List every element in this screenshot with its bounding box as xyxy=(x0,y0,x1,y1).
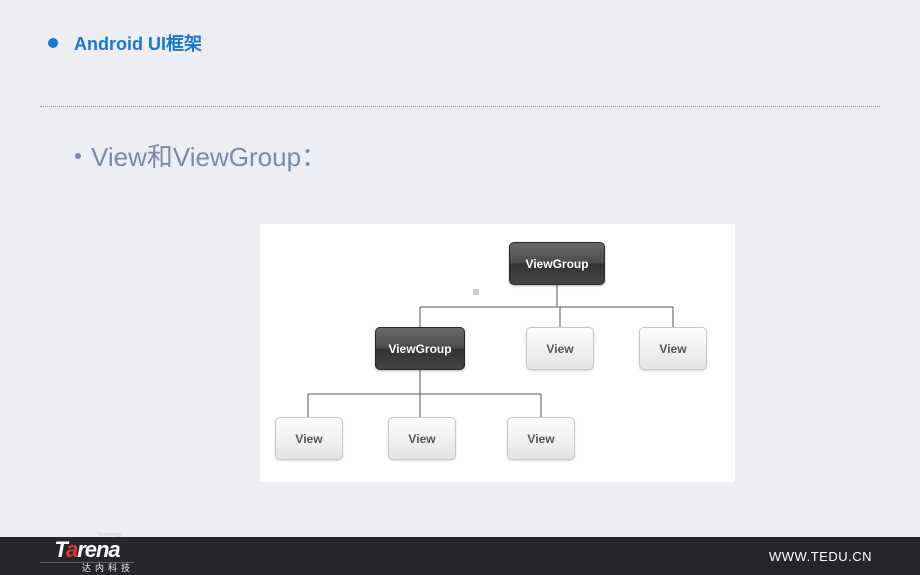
logo-sup: Technology xyxy=(96,533,121,538)
node-view-leaf3: View xyxy=(507,417,575,460)
bullet-icon xyxy=(48,38,58,48)
header: Android UI框架 xyxy=(0,0,920,56)
node-view-leaf1: View xyxy=(275,417,343,460)
node-view-leaf2: View xyxy=(388,417,456,460)
node-view-mid2: View xyxy=(639,327,707,370)
website-url: WWW.TEDU.CN xyxy=(769,549,872,564)
sub-bullet-icon xyxy=(75,153,81,159)
logo-pre: T xyxy=(54,537,66,562)
footer: Tarena Technology 达内科技 WWW.TEDU.CN xyxy=(0,537,920,575)
slide: { "header": { "title": "Android UI框架" },… xyxy=(0,0,920,575)
logo-sub: 达内科技 xyxy=(40,562,134,573)
node-root-viewgroup: ViewGroup xyxy=(509,242,605,285)
logo-main: Tarena Technology xyxy=(54,539,119,561)
decorative-dot xyxy=(473,289,479,295)
logo-post: rena xyxy=(77,537,119,562)
tarena-logo: Tarena Technology 达内科技 xyxy=(40,539,134,573)
page-title: Android UI框架 xyxy=(74,30,202,56)
subtitle: View和ViewGroup： xyxy=(91,137,327,174)
subtitle-row: View和ViewGroup： xyxy=(75,137,920,174)
node-view-mid1: View xyxy=(526,327,594,370)
node-viewgroup-mid: ViewGroup xyxy=(375,327,465,370)
logo-accent: a xyxy=(66,537,77,562)
content: View和ViewGroup： ViewGroup ViewGroup Vie xyxy=(0,107,920,482)
hierarchy-diagram: ViewGroup ViewGroup View View View View … xyxy=(260,224,735,482)
